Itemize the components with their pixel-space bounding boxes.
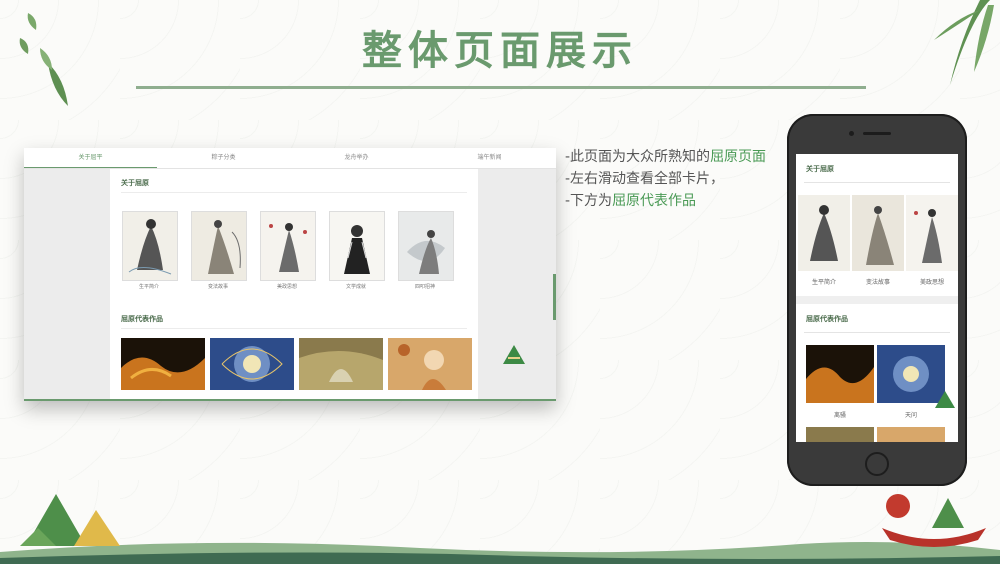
artwork-caption: 离骚 xyxy=(833,412,846,419)
portrait-image xyxy=(852,195,904,271)
section-title: 屈原代表作品 xyxy=(806,315,848,323)
section-title: 关于屈原 xyxy=(121,179,149,187)
section-title: 屈原代表作品 xyxy=(121,315,163,323)
portrait-image xyxy=(122,211,178,281)
card-caption: 美政思想 xyxy=(276,284,297,290)
divider xyxy=(121,328,467,329)
card-caption: 美政思想 xyxy=(919,279,944,286)
about-panel: 关于屈原 生平简介 变法故事 美政思想 文学成就 四叩招神 xyxy=(112,170,476,297)
card-item[interactable]: 生平简介 xyxy=(798,195,850,286)
artwork-item[interactable] xyxy=(877,427,945,442)
tab-zongzi[interactable]: 粽子分类 xyxy=(157,148,290,168)
tab-news[interactable]: 端午新闻 xyxy=(423,148,556,168)
card-caption: 变法故事 xyxy=(865,279,890,286)
card-caption: 生平简介 xyxy=(811,279,836,286)
desktop-nav: 关于屈平 粽子分类 龙舟举办 端午新闻 xyxy=(24,148,556,169)
portrait-image xyxy=(798,195,850,271)
card-item[interactable]: 变法故事 xyxy=(852,195,904,286)
tab-about-quping[interactable]: 关于屈平 xyxy=(24,148,157,168)
portrait-image xyxy=(329,211,385,281)
artwork-thumbnail[interactable] xyxy=(388,338,472,390)
divider xyxy=(804,182,950,183)
phone-mockup: 关于屈原 生平简介 变法故事 美政思想 屈原代表作品 离骚 天问 xyxy=(787,114,967,486)
card-item[interactable]: 四叩招神 xyxy=(398,211,454,290)
desktop-mockup: 关于屈平 粽子分类 龙舟举办 端午新闻 关于屈原 生平简介 变法故事 美政思想 … xyxy=(24,148,556,401)
divider xyxy=(121,192,467,193)
portrait-image xyxy=(260,211,316,281)
speaker-grille xyxy=(863,132,891,135)
divider xyxy=(804,332,950,333)
left-gutter xyxy=(24,169,110,399)
card-caption: 生平简介 xyxy=(138,284,159,290)
artwork-thumbnail xyxy=(806,345,874,403)
card-item[interactable]: 美政思想 xyxy=(906,195,958,286)
artwork-thumbnail[interactable] xyxy=(210,338,294,390)
bottom-landscape-decoration xyxy=(0,542,1000,564)
artwork-thumbnail[interactable] xyxy=(121,338,205,390)
phone-screen: 关于屈原 生平简介 变法故事 美政思想 屈原代表作品 离骚 天问 xyxy=(796,154,958,442)
card-item[interactable]: 变法故事 xyxy=(191,211,247,290)
artwork-thumbnail xyxy=(806,427,874,442)
dragon-boat-decoration xyxy=(882,494,986,547)
camera-icon xyxy=(849,131,854,136)
description-item: -此页面为大众所熟知的屈原页面 xyxy=(565,149,767,165)
card-carousel[interactable]: 生平简介 变法故事 美政思想 文学成就 四叩招神 xyxy=(122,211,476,290)
portrait-image xyxy=(398,211,454,281)
tab-dragon-boat[interactable]: 龙舟举办 xyxy=(290,148,423,168)
artwork-thumbnail xyxy=(877,427,945,442)
artwork-item[interactable]: 离骚 xyxy=(806,345,874,424)
title-divider xyxy=(136,86,866,89)
card-caption: 四叩招神 xyxy=(414,284,435,290)
works-panel: 屈原代表作品 xyxy=(112,306,476,399)
description-item: -下方为屈原代表作品 xyxy=(565,193,697,209)
portrait-image xyxy=(191,211,247,281)
page-title: 整体页面展示 xyxy=(362,28,638,74)
card-item[interactable]: 美政思想 xyxy=(260,211,316,290)
artwork-item[interactable] xyxy=(806,427,874,442)
section-gap xyxy=(796,296,958,304)
home-button[interactable] xyxy=(865,452,889,476)
portrait-image xyxy=(906,195,958,271)
description-list: -此页面为大众所熟知的屈原页面 -左右滑动查看全部卡片， -下方为屈原代表作品 xyxy=(565,146,766,212)
card-item[interactable]: 文学成就 xyxy=(329,211,385,290)
card-carousel[interactable]: 生平简介 变法故事 美政思想 xyxy=(798,195,958,286)
artwork-item[interactable]: 天问 xyxy=(877,345,945,424)
card-item[interactable]: 生平简介 xyxy=(122,211,178,290)
works-gallery: 离骚 天问 xyxy=(806,345,952,442)
card-caption: 文学成就 xyxy=(345,284,366,290)
card-caption: 变法故事 xyxy=(207,284,228,290)
zongzi-icon[interactable] xyxy=(502,344,526,366)
zongzi-decoration xyxy=(20,494,120,546)
scrollbar[interactable] xyxy=(553,274,556,320)
artwork-caption: 天问 xyxy=(904,412,917,419)
works-gallery xyxy=(121,338,476,390)
section-title: 关于屈原 xyxy=(806,165,834,173)
artwork-thumbnail[interactable] xyxy=(299,338,383,390)
description-item: -左右滑动查看全部卡片， xyxy=(565,171,725,187)
zongzi-icon[interactable] xyxy=(934,390,956,410)
